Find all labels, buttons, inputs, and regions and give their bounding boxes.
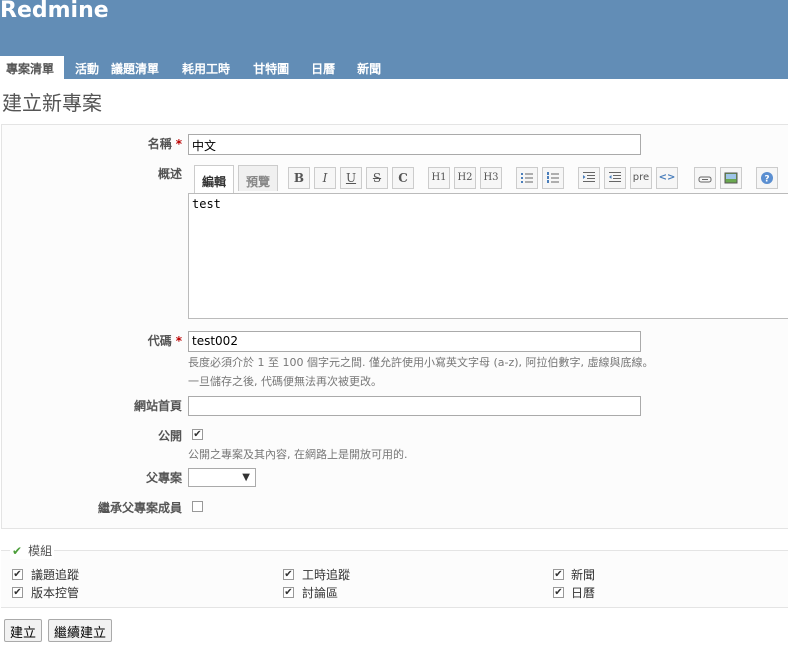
module-checkbox[interactable]: ✔	[12, 569, 23, 580]
image-button[interactable]	[720, 167, 742, 189]
menu-item-news[interactable]: 新聞	[346, 56, 389, 79]
identifier-label: 代碼 *	[147, 334, 182, 348]
link-icon	[698, 176, 712, 183]
chevron-down-icon: ▼	[242, 472, 250, 483]
module-label-time-tracking: 工時追蹤	[302, 568, 351, 582]
tab-preview[interactable]: 預覽	[238, 165, 278, 191]
unordered-list-icon	[521, 173, 533, 183]
homepage-label: 網站首頁	[133, 399, 182, 413]
identifier-hint-length: 長度必須介於 1 至 100 個字元之間. 僅允許使用小寫英文字母 (a-z),…	[188, 356, 654, 369]
module-label-news: 新聞	[571, 568, 596, 582]
heading2-button[interactable]: H2	[454, 167, 476, 189]
menu-item-issues[interactable]: 議題清單	[111, 56, 170, 79]
underline-button[interactable]: U	[340, 167, 362, 189]
svg-text:?: ?	[764, 175, 769, 185]
parent-project-select[interactable]: ▼	[188, 468, 256, 487]
help-button[interactable]: ?	[756, 167, 778, 189]
create-button[interactable]: 建立	[4, 619, 43, 642]
required-mark: *	[175, 137, 182, 151]
heading3-button[interactable]: H3	[480, 167, 502, 189]
app-title[interactable]: Redmine	[0, 0, 109, 23]
module-label-issue-tracking: 議題追蹤	[31, 568, 80, 582]
name-input[interactable]: 中文	[188, 134, 641, 155]
menu-item-calendar[interactable]: 日曆	[301, 56, 346, 79]
public-checkbox[interactable]: ✔	[192, 429, 203, 440]
identifier-hint-permanent: 一旦儲存之後, 代碼便無法再次被更改。	[188, 375, 382, 388]
public-hint: 公開之專案及其內容, 在網路上是開放可用的.	[188, 448, 408, 461]
check-icon: ✔	[12, 544, 23, 558]
module-label-boards: 討論區	[302, 586, 339, 600]
inherit-members-label: 繼承父專案成員	[97, 501, 182, 515]
preformatted-button[interactable]: pre	[630, 167, 652, 189]
module-label-calendar: 日曆	[571, 586, 596, 600]
name-label: 名稱 *	[147, 137, 182, 151]
parent-label: 父專案	[145, 471, 182, 485]
ordered-list-icon	[547, 172, 559, 183]
indent-right-button[interactable]	[578, 167, 600, 189]
heading1-button[interactable]: H1	[428, 167, 450, 189]
menu-item-gantt[interactable]: 甘特圖	[242, 56, 301, 79]
module-checkbox[interactable]: ✔	[553, 569, 564, 580]
inherit-members-checkbox[interactable]	[192, 501, 203, 512]
description-label: 概述	[157, 167, 182, 181]
indent-left-icon	[609, 172, 621, 182]
module-checkbox[interactable]: ✔	[283, 587, 294, 598]
inline-code-button[interactable]: <>	[656, 167, 678, 189]
code-button[interactable]: C	[392, 167, 414, 189]
required-mark: *	[175, 334, 182, 348]
main-menu: 專案清單 活動 議題清單 耗用工時 甘特圖 日曆 新聞	[0, 56, 389, 79]
description-textarea[interactable]: test	[188, 193, 788, 319]
menu-item-activity[interactable]: 活動	[64, 56, 111, 79]
bold-button[interactable]: B	[288, 167, 310, 189]
module-checkbox[interactable]: ✔	[553, 587, 564, 598]
help-icon: ?	[761, 172, 773, 185]
create-and-continue-button[interactable]: 繼續建立	[48, 619, 113, 642]
homepage-input[interactable]	[188, 396, 641, 416]
image-icon	[724, 172, 738, 184]
menu-item-projects[interactable]: 專案清單	[0, 56, 65, 79]
indent-left-button[interactable]	[604, 167, 626, 189]
page-title: 建立新專案	[2, 91, 102, 115]
module-checkbox[interactable]: ✔	[283, 569, 294, 580]
public-label: 公開	[157, 429, 182, 443]
header: Redmine 專案清單 活動 議題清單 耗用工時 甘特圖 日曆 新聞	[0, 0, 788, 79]
menu-item-time-entries[interactable]: 耗用工時	[170, 56, 242, 79]
strikethrough-button[interactable]: S	[366, 167, 388, 189]
module-label-repository: 版本控管	[31, 586, 80, 600]
unordered-list-button[interactable]	[516, 167, 538, 189]
tab-edit[interactable]: 編輯	[194, 165, 234, 193]
wiki-link-button[interactable]	[694, 167, 716, 189]
module-checkbox[interactable]: ✔	[12, 587, 23, 598]
modules-box	[1, 550, 788, 608]
italic-button[interactable]: I	[314, 167, 336, 189]
modules-legend[interactable]: ✔ 模組	[10, 542, 55, 559]
identifier-input[interactable]: test002	[188, 331, 641, 352]
indent-right-icon	[583, 172, 595, 182]
ordered-list-button[interactable]	[542, 167, 564, 189]
